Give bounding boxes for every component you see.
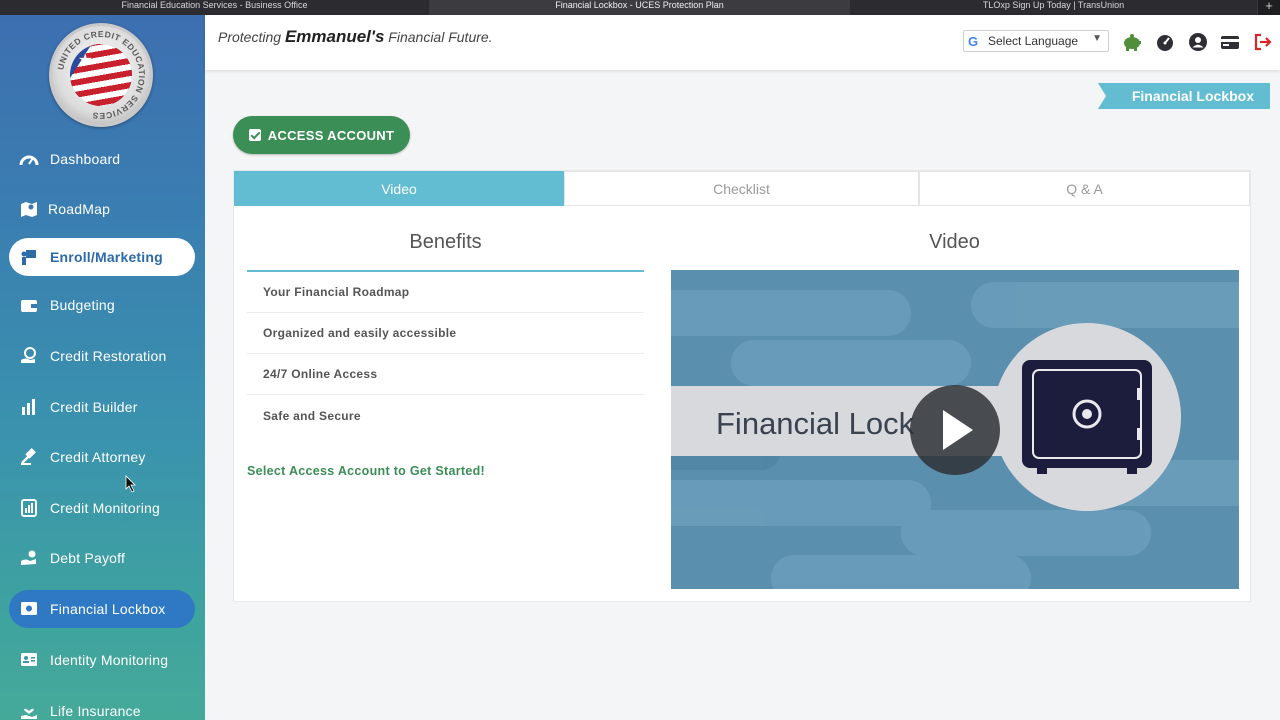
sidebar: UNITED CREDIT EDUCATION SERVICES ★ Dashb… <box>0 15 205 720</box>
video-player[interactable]: Financial Lock <box>671 270 1239 589</box>
sidebar-item-dashboard[interactable]: Dashboard <box>9 140 195 178</box>
wallet-icon <box>19 295 39 315</box>
id-card-icon <box>19 650 39 670</box>
tab-q-and-a[interactable]: Q & A <box>919 171 1250 206</box>
video-thumbnail: Financial Lock <box>671 270 1239 589</box>
sidebar-item-label: Identity Monitoring <box>50 652 169 668</box>
benefit-item: Safe and Secure <box>263 408 361 423</box>
sidebar-item-label: RoadMap <box>48 201 111 217</box>
sidebar-item-debt-payoff[interactable]: Debt Payoff <box>9 539 195 577</box>
sidebar-item-credit-builder[interactable]: Credit Builder <box>9 388 195 426</box>
heart-hand-icon <box>19 701 39 720</box>
language-select[interactable]: G Select Language ▼ <box>963 30 1109 52</box>
benefit-item: 24/7 Online Access <box>247 354 644 395</box>
sidebar-item-label: Credit Monitoring <box>50 500 160 516</box>
sidebar-item-credit-monitoring[interactable]: Credit Monitoring <box>9 489 195 527</box>
sidebar-item-label: Debt Payoff <box>50 550 126 566</box>
video-title-text: Financial Lock <box>716 406 915 441</box>
content-tabs: Video Checklist Q & A <box>234 171 1250 206</box>
uces-logo[interactable]: UNITED CREDIT EDUCATION SERVICES ★ <box>49 23 153 127</box>
sidebar-item-label: Life Insurance <box>50 703 141 719</box>
bar-chart-icon <box>19 498 39 518</box>
gavel-icon <box>19 447 39 467</box>
safe-icon <box>19 599 39 619</box>
flag-emblem: ★ <box>70 44 132 106</box>
credit-card-icon[interactable] <box>1220 32 1240 52</box>
map-icon <box>19 199 39 219</box>
tagline: Protecting Emmanuel's Financial Future. <box>218 27 493 46</box>
speedometer-icon <box>19 149 39 169</box>
sidebar-item-label: Credit Attorney <box>50 449 146 465</box>
access-account-label: ACCESS ACCOUNT <box>267 127 395 143</box>
sidebar-item-identity-monitoring[interactable]: Identity Monitoring <box>9 641 195 679</box>
chevron-down-icon: ▼ <box>1092 33 1102 44</box>
benefit-item: Your Financial Roadmap <box>247 272 644 313</box>
sidebar-item-label: Enroll/Marketing <box>50 249 163 265</box>
presenter-icon <box>19 247 39 267</box>
mouse-cursor <box>125 475 136 493</box>
browser-tab[interactable]: TLOxp Sign Up Today | TransUnion <box>850 0 1258 15</box>
new-tab-button[interactable]: + <box>1258 0 1280 15</box>
content-card: Video Checklist Q & A Benefits Your Fina… <box>233 170 1251 602</box>
sidebar-item-budgeting[interactable]: Budgeting <box>9 286 195 324</box>
video-heading: Video <box>929 231 980 253</box>
browser-tab-active[interactable]: Financial Lockbox - UCES Protection Plan <box>430 0 850 15</box>
browser-tab[interactable]: Financial Education Services - Business … <box>0 0 430 15</box>
sidebar-item-life-insurance[interactable]: Life Insurance <box>9 692 195 720</box>
user-icon[interactable] <box>1188 32 1208 52</box>
play-icon <box>910 385 1000 475</box>
sidebar-item-label: Credit Restoration <box>50 348 167 364</box>
get-started-text: Select Access Account to Get Started! <box>247 464 486 478</box>
sidebar-item-credit-restoration[interactable]: Credit Restoration <box>9 337 195 375</box>
sidebar-item-label: Credit Builder <box>50 399 138 415</box>
sidebar-item-label: Financial Lockbox <box>50 601 166 617</box>
logout-icon[interactable] <box>1253 32 1273 52</box>
page-badge: Financial Lockbox <box>1098 83 1270 109</box>
sidebar-item-credit-attorney[interactable]: Credit Attorney <box>9 438 195 476</box>
tab-checklist[interactable]: Checklist <box>564 171 919 206</box>
piggy-bank-icon[interactable] <box>1122 32 1142 52</box>
sidebar-item-label: Dashboard <box>50 151 121 167</box>
sidebar-item-roadmap[interactable]: RoadMap <box>9 190 195 228</box>
hand-coin-icon <box>19 548 39 568</box>
sidebar-item-enroll-marketing[interactable]: Enroll/Marketing <box>9 238 195 276</box>
benefits-heading: Benefits <box>409 231 482 253</box>
benefit-item: Organized and easily accessible <box>247 313 644 354</box>
google-icon: G <box>968 33 979 49</box>
browser-tab-strip: Financial Education Services - Business … <box>0 0 1280 15</box>
gauge-icon[interactable] <box>1155 32 1175 52</box>
tab-video[interactable]: Video <box>234 171 564 206</box>
access-account-button[interactable]: ACCESS ACCOUNT <box>233 116 410 154</box>
top-header: Protecting Emmanuel's Financial Future. … <box>205 15 1280 70</box>
sidebar-item-financial-lockbox[interactable]: Financial Lockbox <box>9 590 195 628</box>
sidebar-item-label: Budgeting <box>50 297 115 313</box>
user-name: Emmanuel's <box>284 27 385 46</box>
building-chart-icon <box>19 397 39 417</box>
checkbox-icon <box>248 129 261 141</box>
hand-dollar-icon <box>19 346 39 366</box>
